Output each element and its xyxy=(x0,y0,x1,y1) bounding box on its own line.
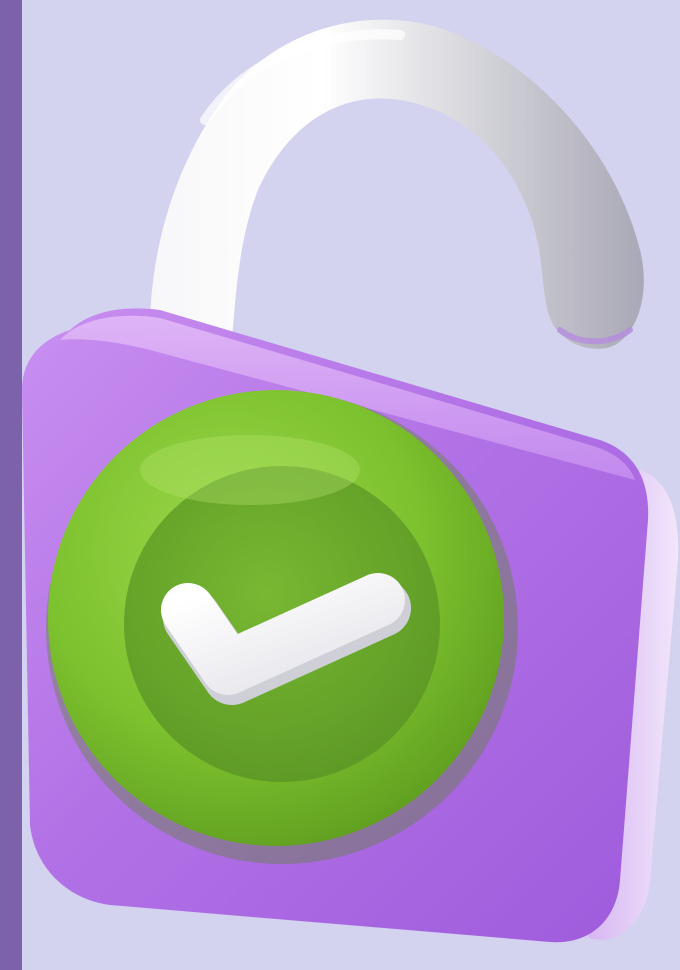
shackle xyxy=(150,19,644,349)
illustration-stage xyxy=(0,0,680,970)
padlock-illustration xyxy=(22,19,679,943)
